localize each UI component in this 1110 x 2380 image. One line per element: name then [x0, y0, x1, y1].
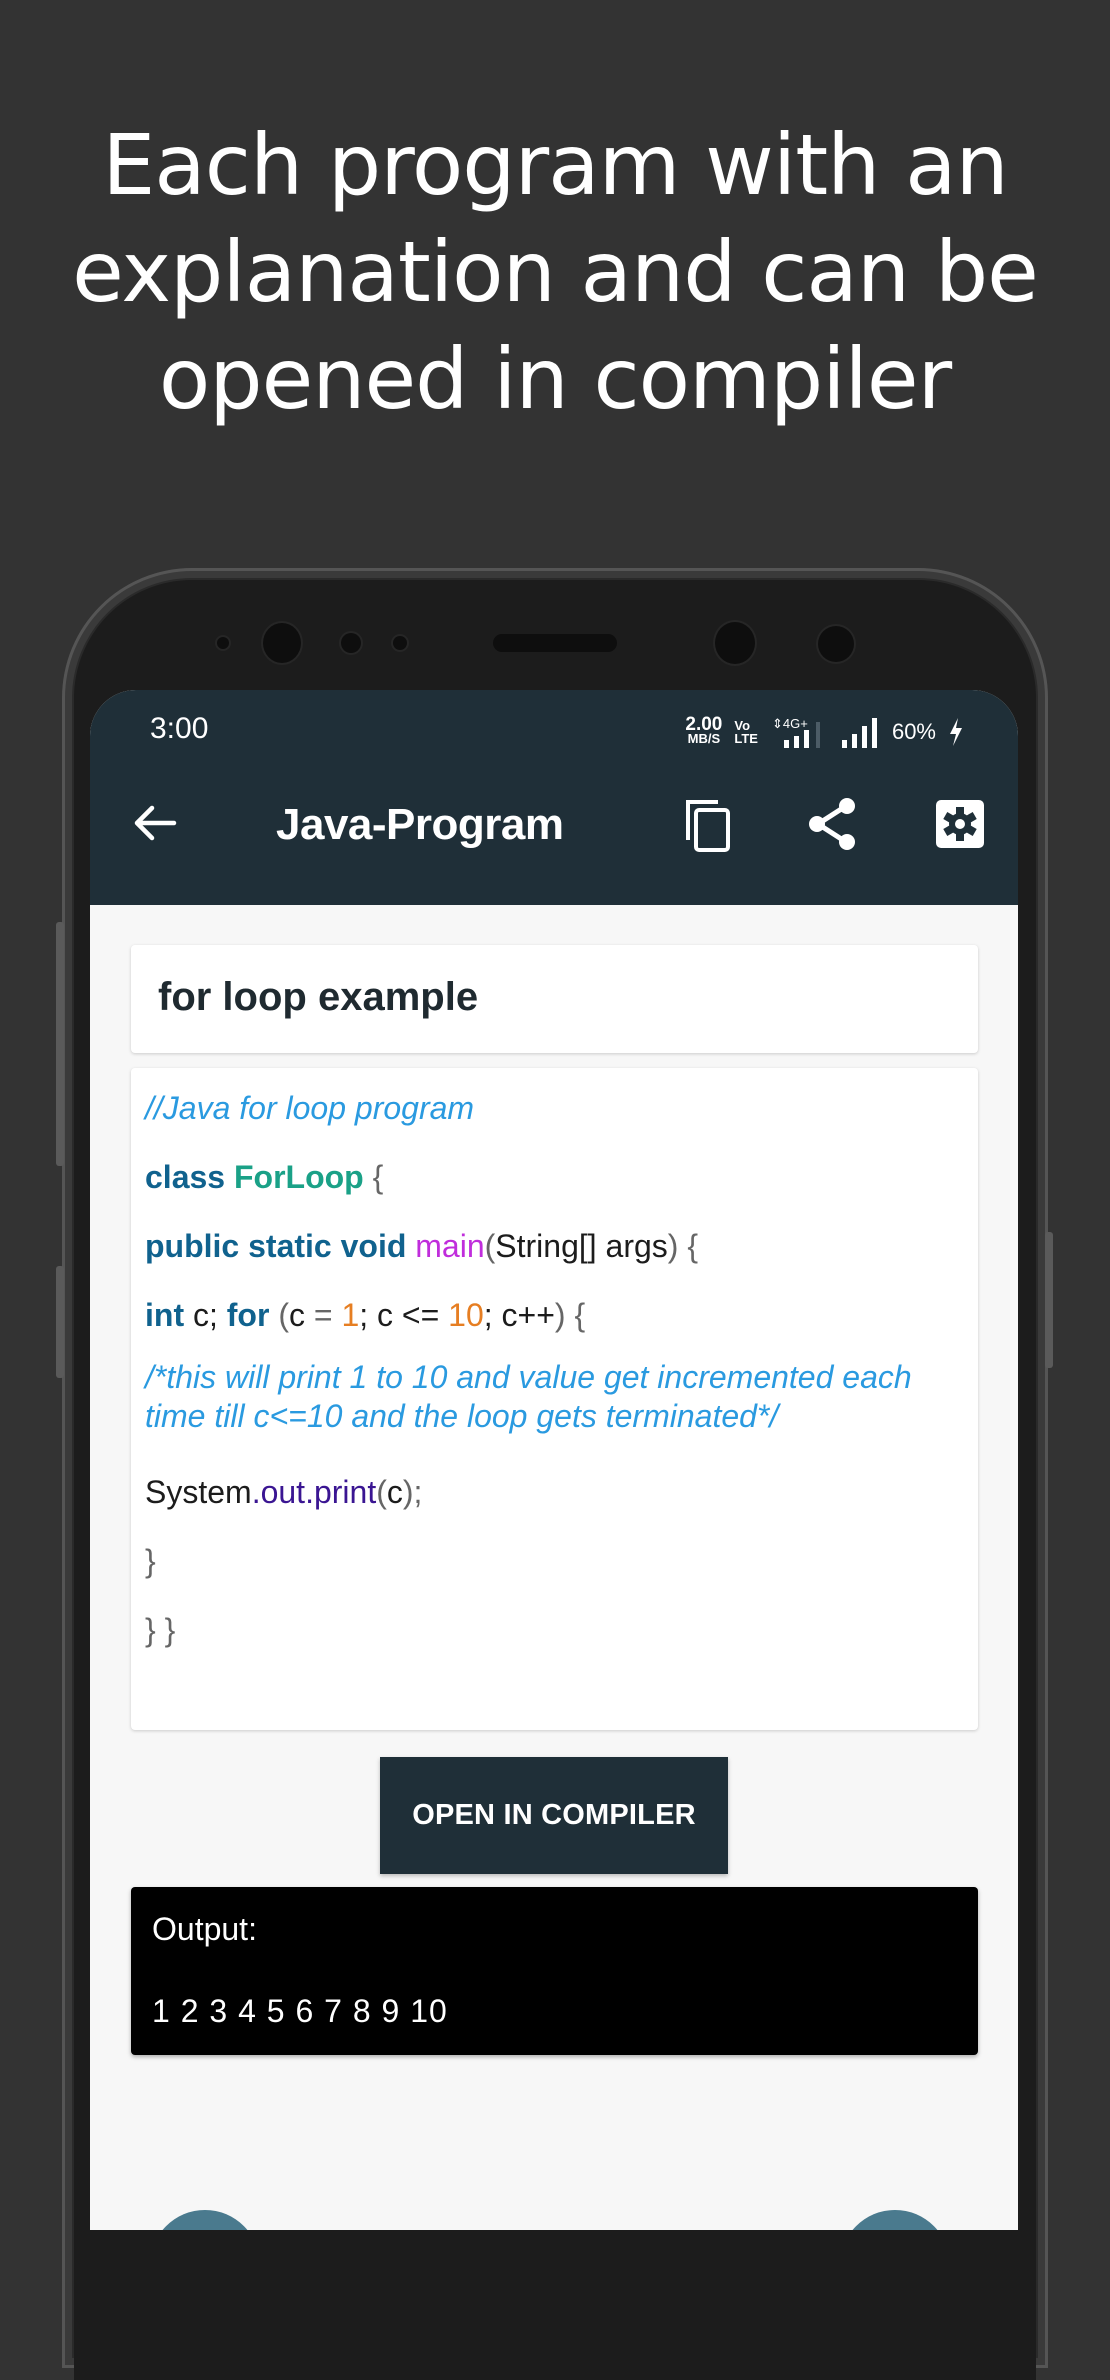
- sensor-dot: [393, 636, 407, 650]
- settings-button[interactable]: [932, 796, 988, 852]
- code-token-kw: public static void: [145, 1228, 416, 1264]
- settings-icon: [936, 800, 984, 848]
- code-token-punc: ) {: [554, 1297, 586, 1333]
- code-line: /*this will print 1 to 10 and value get …: [145, 1358, 964, 1466]
- code-token-punc: }: [145, 1543, 156, 1579]
- code-token-num: 10: [448, 1297, 484, 1333]
- secondary-camera: [715, 622, 755, 664]
- code-token-field: .out.print: [251, 1474, 377, 1510]
- front-camera: [263, 623, 301, 663]
- code-line: System.out.print(c);: [145, 1466, 964, 1535]
- back-button[interactable]: [130, 798, 180, 848]
- code-token-punc: } }: [145, 1612, 176, 1648]
- code-token-kw: int: [145, 1297, 185, 1333]
- code-token-plain: String[] args: [495, 1228, 668, 1264]
- copy-icon: [686, 800, 730, 852]
- code-token-fn: main: [415, 1228, 485, 1264]
- charging-icon: [950, 718, 962, 746]
- proximity-sensor: [217, 637, 229, 649]
- promo-headline: Each program with an explanation and can…: [0, 112, 1110, 433]
- code-token-punc: (: [376, 1474, 387, 1510]
- code-line: public static void main(String[] args) {: [145, 1220, 964, 1289]
- code-token-plain: ; c++: [483, 1297, 555, 1333]
- code-line: } }: [145, 1604, 964, 1673]
- code-token-comment: /*this will print 1 to 10 and value get …: [145, 1359, 912, 1434]
- earpiece-speaker: [493, 634, 617, 652]
- share-button[interactable]: [806, 796, 862, 852]
- code-token-plain: c: [288, 1297, 314, 1333]
- status-icons: 2.00 MB/S Vo LTE ⇕4G+ 60%: [685, 712, 964, 752]
- output-value: 1 2 3 4 5 6 7 8 9 10: [152, 1993, 448, 2029]
- code-token-kw: for: [226, 1297, 270, 1333]
- code-block: //Java for loop program class ForLoop {pu…: [145, 1082, 964, 1673]
- toolbar-title: Java-Program: [276, 800, 564, 849]
- sensor-dot: [341, 633, 361, 653]
- network-speed-unit: MB/S: [687, 731, 721, 746]
- code-token-num: 1: [341, 1297, 360, 1333]
- code-line: }: [145, 1535, 964, 1604]
- headline-line-2: explanation and can be: [72, 223, 1039, 321]
- program-title-card: for loop example: [131, 945, 978, 1053]
- next-button[interactable]: [840, 2210, 950, 2230]
- code-token-plain: System: [145, 1474, 252, 1510]
- code-token-comment: //Java for loop program: [145, 1090, 475, 1126]
- volte-icon: Vo LTE: [734, 718, 758, 746]
- output-panel: Output: 1 2 3 4 5 6 7 8 9 10: [131, 1887, 978, 2055]
- battery-percent: 60%: [891, 719, 936, 744]
- app-bar: 3:00 2.00 MB/S Vo LTE ⇕4G+ 60% Java-Prog…: [90, 690, 1018, 905]
- signal-4g-icon: ⇕4G+: [772, 716, 820, 748]
- output-label: Output:: [152, 1911, 257, 1947]
- code-token-punc: ) {: [667, 1228, 699, 1264]
- code-token-plain: c;: [184, 1297, 227, 1333]
- phone-screen: 3:00 2.00 MB/S Vo LTE ⇕4G+ 60% Java-Prog…: [90, 690, 1018, 2230]
- code-token-punc: );: [402, 1474, 423, 1510]
- volume-down-button: [56, 1266, 64, 1378]
- sensor-dot: [818, 626, 854, 662]
- code-token-punc: (: [269, 1297, 289, 1333]
- copy-button[interactable]: [682, 796, 738, 852]
- headline-line-1: Each program with an: [102, 116, 1009, 214]
- headline-line-3: opened in compiler: [158, 330, 952, 428]
- code-token-punc: (: [484, 1228, 496, 1264]
- open-in-compiler-button[interactable]: OPEN IN COMPILER: [380, 1757, 728, 1874]
- code-token-punc: {: [363, 1159, 384, 1195]
- code-token-plain: c: [386, 1474, 403, 1510]
- svg-text:⇕4G+: ⇕4G+: [772, 716, 808, 731]
- network-speed: 2.00 MB/S: [685, 714, 723, 746]
- code-token-kw: class: [145, 1159, 234, 1195]
- code-line: int c; for (c = 1; c <= 10; c++) {: [145, 1289, 964, 1358]
- volume-up-button: [56, 922, 64, 1166]
- code-token-punc: =: [313, 1297, 342, 1333]
- code-line: class ForLoop {: [145, 1151, 964, 1220]
- code-line: //Java for loop program: [145, 1082, 964, 1151]
- code-token-plain: ; c <=: [359, 1297, 449, 1333]
- program-title: for loop example: [158, 975, 479, 1019]
- signal-strength-icon: [841, 718, 877, 748]
- status-time: 3:00: [150, 712, 209, 745]
- power-button: [1045, 1232, 1053, 1368]
- share-icon: [809, 798, 855, 850]
- previous-button[interactable]: [150, 2210, 260, 2230]
- code-card: //Java for loop program class ForLoop {pu…: [131, 1068, 978, 1730]
- network-speed-value: 2.00: [685, 714, 723, 735]
- back-arrow-icon: [134, 805, 177, 841]
- code-token-class: ForLoop: [233, 1159, 364, 1195]
